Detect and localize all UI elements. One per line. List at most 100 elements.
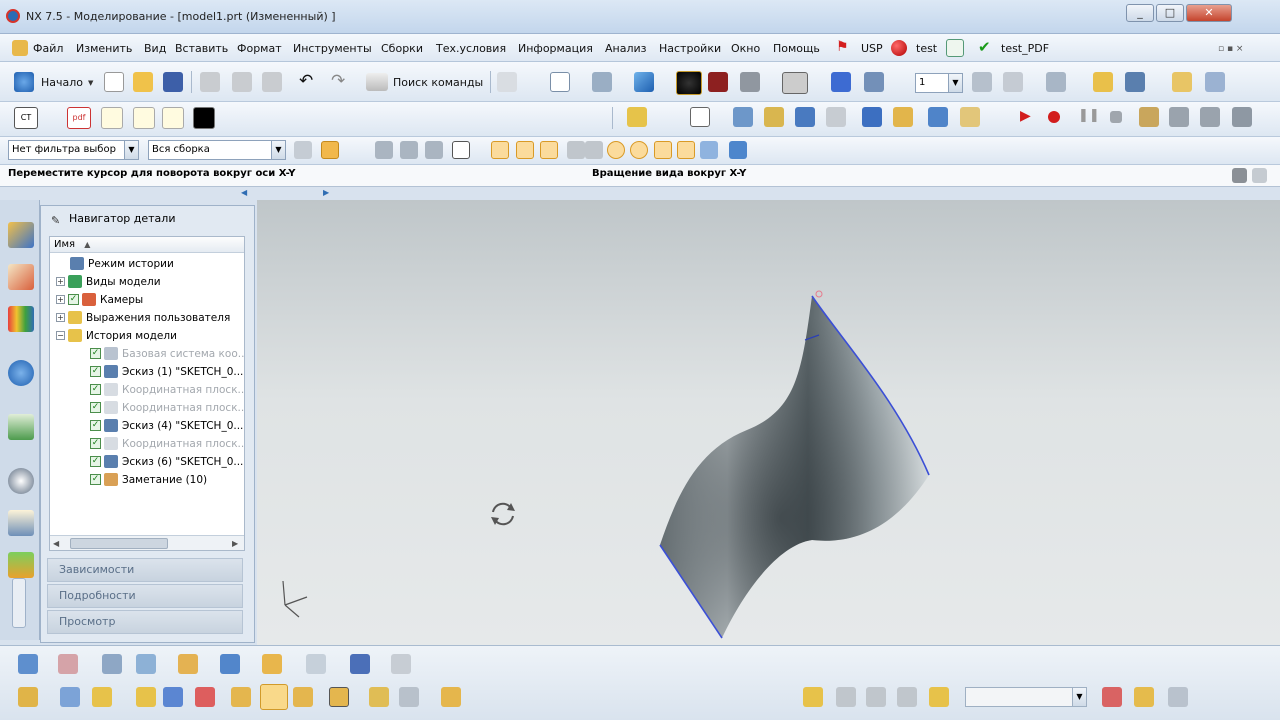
scroll-left-arrow-icon[interactable]: ◀ <box>53 539 59 548</box>
coordinate-dropdown-icon[interactable]: ▼ <box>1072 688 1086 706</box>
ct-icon[interactable]: CT <box>14 107 38 129</box>
move-to-layer-icon[interactable] <box>1003 72 1023 92</box>
arc-center-snap-icon[interactable] <box>607 141 625 159</box>
kf-tool-icon[interactable] <box>929 687 949 707</box>
tree-node[interactable]: + ✓ Камеры <box>50 291 244 309</box>
orient-wcs-icon[interactable] <box>864 72 884 92</box>
menu-usp[interactable]: USP <box>861 42 883 55</box>
annotation-icon[interactable] <box>350 654 370 674</box>
type-filter-combo[interactable]: Нет фильтра выбор ▼ <box>8 140 139 160</box>
assembly-navigator-icon[interactable] <box>8 222 34 248</box>
kf-check-icon[interactable] <box>866 687 886 707</box>
tree-node[interactable]: ✓ Базовая система коо... <box>50 345 244 363</box>
fit-icon[interactable] <box>550 72 570 92</box>
trim-icon[interactable] <box>306 654 326 674</box>
sequence-icon[interactable] <box>329 687 349 707</box>
rectangle-select-icon[interactable] <box>452 141 470 159</box>
scope-combo[interactable]: Вся сборка ▼ <box>148 140 286 160</box>
surface-icon[interactable] <box>220 654 240 674</box>
menu-test-pdf[interactable]: test_PDF <box>1001 42 1049 55</box>
menu-preferences[interactable]: Настройки <box>659 42 721 55</box>
work-part-icon[interactable] <box>729 141 747 159</box>
start-button[interactable]: Начало <box>41 76 83 89</box>
tree-node[interactable]: ✓ Эскиз (1) "SKETCH_0... <box>50 363 244 381</box>
reuse-library-icon[interactable] <box>8 360 34 386</box>
assembly-icon[interactable] <box>18 687 38 707</box>
scroll-left-icon[interactable]: ◀ <box>241 188 247 197</box>
menu-insert[interactable]: Вставить <box>175 42 228 55</box>
subtract-icon[interactable] <box>893 107 913 127</box>
preview-panel[interactable]: Просмотр <box>47 610 243 634</box>
tree-node[interactable]: + Выражения пользователя <box>50 309 244 327</box>
resource-scroll[interactable] <box>12 578 26 628</box>
visibility-checkbox[interactable]: ✓ <box>90 456 101 467</box>
visibility-checkbox[interactable]: ✓ <box>90 438 101 449</box>
intersect-icon[interactable] <box>928 107 948 127</box>
tree-node[interactable]: Режим истории <box>50 255 244 273</box>
layer-combo[interactable]: 1 ▼ <box>915 73 963 93</box>
wcs-icon[interactable] <box>831 72 851 92</box>
line-icon[interactable] <box>102 654 122 674</box>
kf-class-icon[interactable] <box>836 687 856 707</box>
sheet-icon[interactable] <box>690 107 710 127</box>
unite-icon[interactable] <box>862 107 882 127</box>
reference-set-icon[interactable] <box>441 687 461 707</box>
visibility-checkbox[interactable]: ✓ <box>90 348 101 359</box>
section-icon[interactable] <box>708 72 728 92</box>
part-navigator-icon[interactable] <box>8 306 34 332</box>
macro-option-icon[interactable] <box>1169 107 1189 127</box>
next-icon[interactable] <box>1134 687 1154 707</box>
menu-help[interactable]: Помощь <box>773 42 820 55</box>
quadrant-snap-icon[interactable] <box>630 141 648 159</box>
control-point-snap-icon[interactable] <box>540 141 558 159</box>
visibility-checkbox[interactable]: ✓ <box>90 474 101 485</box>
m-icon[interactable] <box>162 107 184 129</box>
kf-hand-icon[interactable] <box>897 687 917 707</box>
minimize-button[interactable]: _ <box>1126 4 1154 22</box>
history-icon[interactable] <box>8 468 34 494</box>
undo-icon[interactable]: ↶ <box>299 71 313 91</box>
collapse-icon[interactable]: − <box>56 331 65 340</box>
status-toggle-icon[interactable] <box>1232 168 1247 183</box>
customize-icon[interactable] <box>1205 72 1225 92</box>
dependencies-panel[interactable]: Зависимости <box>47 558 243 582</box>
kf-rule-icon[interactable] <box>803 687 823 707</box>
component-icon[interactable] <box>60 687 80 707</box>
spline-icon[interactable] <box>178 654 198 674</box>
visibility-checkbox[interactable]: ✓ <box>90 420 101 431</box>
hd3d-tools-icon[interactable] <box>8 414 34 440</box>
intersection-snap-icon[interactable] <box>585 141 603 159</box>
paste-icon[interactable] <box>262 72 282 92</box>
view-orient-icon[interactable] <box>592 72 612 92</box>
point-on-face-snap-icon[interactable] <box>677 141 695 159</box>
tree-node[interactable]: + Виды модели <box>50 273 244 291</box>
bounded-grid-icon[interactable] <box>700 141 718 159</box>
move-component-icon[interactable] <box>163 687 183 707</box>
visibility-checkbox[interactable]: ✓ <box>68 294 79 305</box>
expand-icon[interactable]: + <box>56 313 65 322</box>
status-option-icon[interactable] <box>1252 168 1267 183</box>
selection-icon[interactable] <box>497 72 517 92</box>
tree-node[interactable]: ✓ Эскиз (6) "SKETCH_0... <box>50 453 244 471</box>
menu-test[interactable]: test <box>916 42 937 55</box>
cut-icon[interactable] <box>200 72 220 92</box>
block-icon[interactable] <box>795 107 815 127</box>
snap-icon[interactable] <box>1093 72 1113 92</box>
wave-icon[interactable] <box>260 684 288 710</box>
sort-icon[interactable]: ▲ <box>84 240 90 249</box>
arc-icon[interactable] <box>136 654 156 674</box>
tree-node[interactable]: ✓ Эскиз (4) "SKETCH_0... <box>50 417 244 435</box>
copy-icon[interactable] <box>232 72 252 92</box>
connect-icon[interactable] <box>400 141 418 159</box>
save-icon[interactable] <box>163 72 183 92</box>
column-header[interactable]: Имя ▲ <box>50 237 244 253</box>
datum-icon[interactable] <box>627 107 647 127</box>
note-icon[interactable] <box>101 107 123 129</box>
menu-window[interactable]: Окно <box>731 42 760 55</box>
curve-rule-icon[interactable] <box>375 141 393 159</box>
menu-tools[interactable]: Инструменты <box>293 42 372 55</box>
visibility-checkbox[interactable]: ✓ <box>90 384 101 395</box>
prev-icon[interactable] <box>1102 687 1122 707</box>
visibility-checkbox[interactable]: ✓ <box>90 402 101 413</box>
shaded-icon[interactable] <box>634 72 654 92</box>
